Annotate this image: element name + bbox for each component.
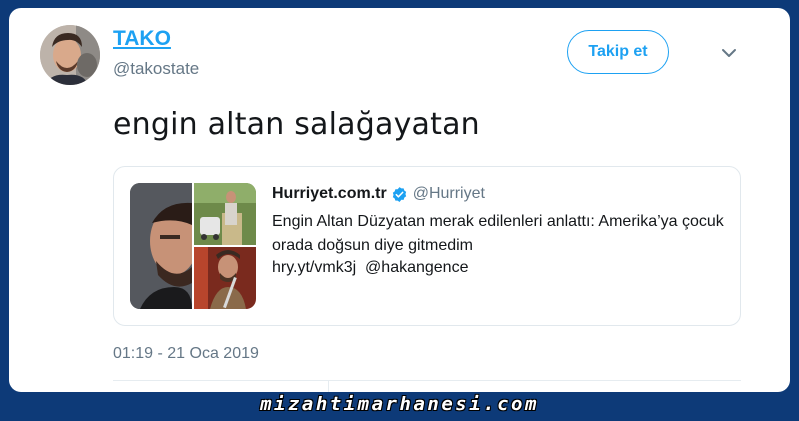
- tweet-text: engin altan salağayatan: [113, 107, 480, 142]
- tweet-card: TAKO @takostate Takip et engin altan sal…: [9, 8, 790, 392]
- tweet-timestamp[interactable]: 01:19 - 21 Oca 2019: [113, 345, 259, 363]
- follow-button[interactable]: Takip et: [567, 30, 669, 74]
- verified-badge-icon: [391, 186, 408, 203]
- divider: [113, 380, 741, 381]
- watermark-text: mizahtimarhanesi.com: [260, 393, 539, 415]
- chevron-down-icon[interactable]: [720, 46, 738, 60]
- quoted-author-name: Hurriyet.com.tr: [272, 185, 387, 202]
- quoted-text: Engin Altan Düzyatan merak edilenleri an…: [272, 213, 724, 254]
- avatar-photo: [40, 25, 100, 85]
- quoted-link-line[interactable]: hry.yt/vmk3j @hakangence: [272, 259, 468, 277]
- divider-tick: [328, 380, 329, 392]
- quoted-author-handle: @Hurriyet: [412, 185, 485, 202]
- quoted-tweet[interactable]: Hurriyet.com.tr @Hurriyet Engin Altan Dü…: [113, 166, 741, 326]
- quoted-media[interactable]: [130, 183, 256, 309]
- quoted-photo-costume: [194, 247, 256, 309]
- author-handle: @takostate: [113, 59, 200, 78]
- quoted-photo-portrait: [130, 183, 192, 309]
- author-name-link[interactable]: TAKO: [113, 27, 171, 51]
- quoted-photo-outdoor: [194, 183, 256, 245]
- quoted-header: Hurriyet.com.tr @Hurriyet: [272, 185, 485, 203]
- avatar[interactable]: [40, 25, 100, 85]
